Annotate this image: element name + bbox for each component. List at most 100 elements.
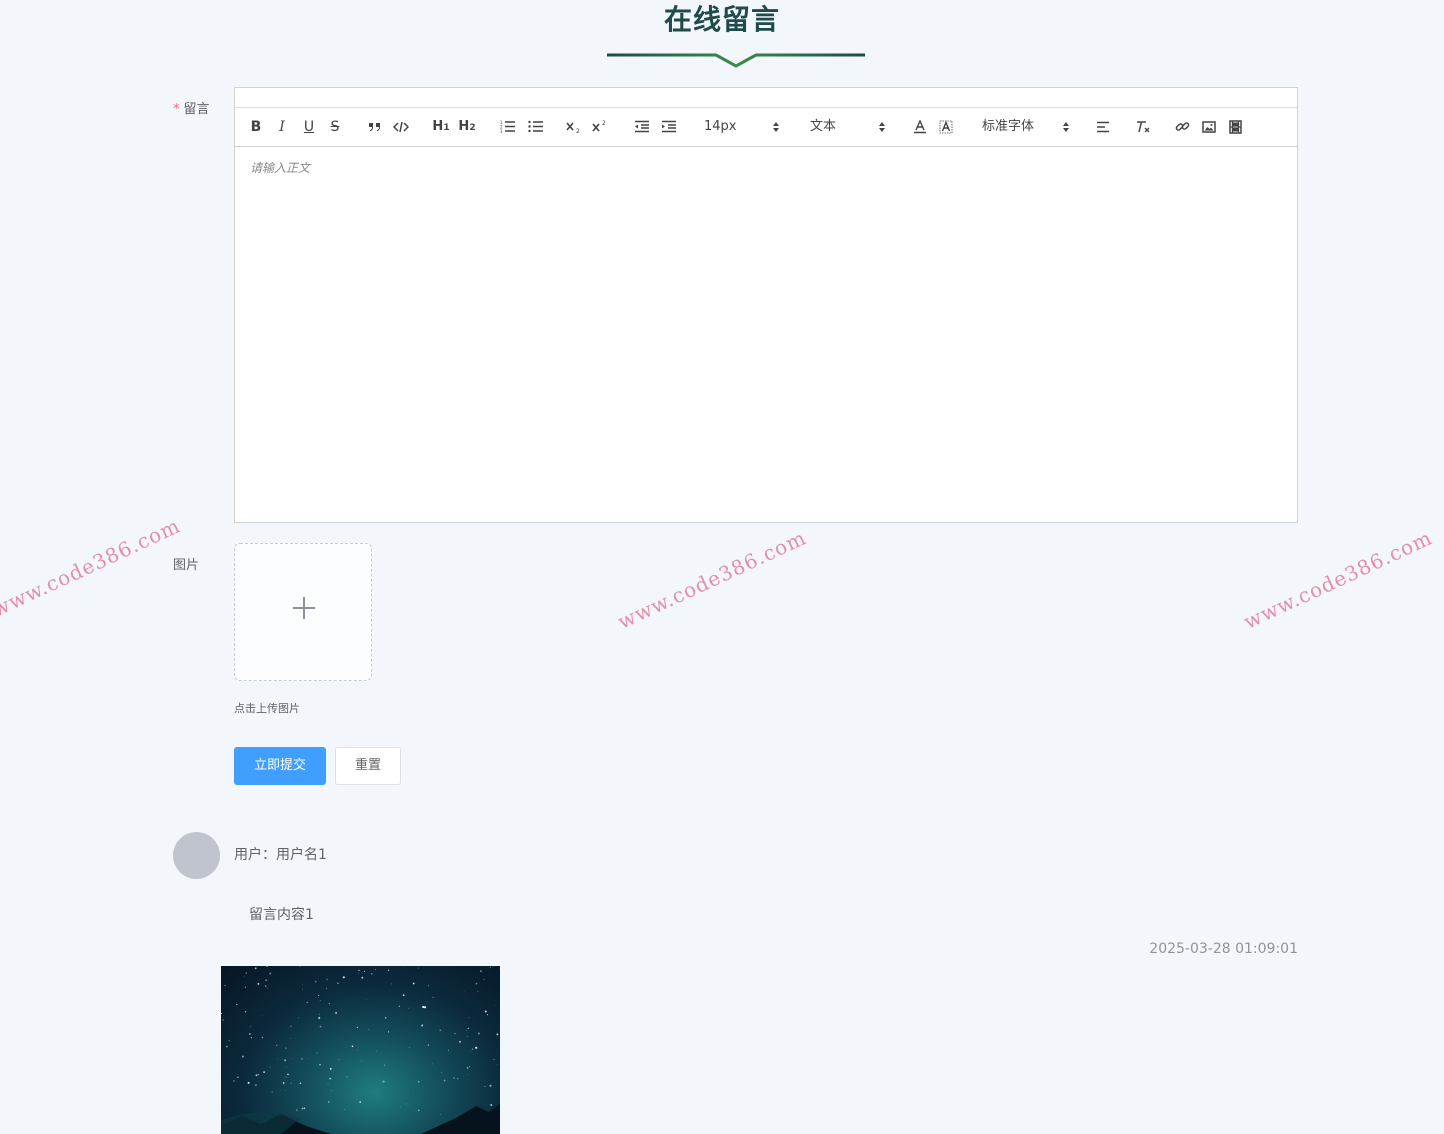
h1-icon[interactable]: H1 [431, 108, 451, 146]
image-upload-box[interactable] [234, 543, 372, 681]
star [454, 1033, 456, 1035]
comment-image[interactable] [221, 966, 500, 1134]
star [358, 969, 360, 972]
star [368, 1028, 369, 1030]
star [406, 1103, 407, 1105]
editor-top-strip [235, 88, 1297, 108]
ordered-list-icon[interactable]: 123 [499, 108, 515, 146]
star [483, 978, 485, 980]
select-arrows-icon [879, 122, 885, 132]
rich-text-editor: B I U S H1 H2 123 2 2 14px 文本 标准字体 请输入正文 [234, 87, 1298, 523]
star [282, 1082, 285, 1084]
star [351, 1045, 354, 1048]
star [361, 976, 364, 979]
indent-icon[interactable] [660, 108, 676, 146]
underline-icon[interactable]: U [302, 108, 316, 146]
strike-icon[interactable]: S [328, 108, 342, 146]
star [493, 1058, 495, 1060]
plus-icon-vertical [303, 597, 305, 619]
editor-content-area[interactable]: 请输入正文 [235, 147, 1297, 521]
star [327, 1084, 329, 1085]
subscript-icon[interactable]: 2 [566, 108, 582, 146]
star [316, 1052, 318, 1054]
star [284, 1090, 286, 1091]
video-icon[interactable] [1227, 108, 1243, 146]
star [375, 1050, 377, 1052]
star [319, 1063, 321, 1066]
star [302, 984, 304, 985]
star [276, 1044, 278, 1046]
star [495, 1005, 496, 1006]
star [363, 970, 366, 972]
star [468, 1017, 470, 1019]
star [318, 1016, 321, 1020]
header-select[interactable]: 文本 [810, 108, 886, 146]
star [346, 1076, 348, 1078]
font-size-select[interactable]: 14px [704, 108, 780, 146]
star [225, 1045, 228, 1048]
star [479, 970, 482, 973]
link-icon[interactable] [1174, 108, 1190, 146]
star [467, 1036, 469, 1038]
reset-button[interactable]: 重置 [335, 747, 401, 785]
star [327, 1101, 330, 1103]
star [326, 978, 328, 981]
star [496, 1064, 498, 1066]
star [289, 1038, 291, 1039]
star [330, 1090, 332, 1091]
background-color-icon[interactable] [939, 108, 953, 146]
star [290, 1082, 292, 1084]
bullet-list-icon[interactable] [527, 108, 543, 146]
star [466, 1074, 468, 1075]
italic-icon[interactable]: I [275, 108, 289, 146]
blockquote-icon[interactable] [367, 108, 383, 146]
star [387, 969, 390, 971]
star [391, 983, 392, 985]
star [271, 1091, 273, 1093]
star [302, 989, 303, 990]
star [299, 966, 301, 967]
star [318, 994, 320, 996]
bold-icon[interactable]: B [249, 108, 263, 146]
star [477, 1032, 480, 1035]
font-family-select[interactable]: 标准字体 [982, 108, 1070, 146]
star [285, 1047, 287, 1049]
h2-icon[interactable]: H2 [457, 108, 477, 146]
code-block-icon[interactable] [392, 108, 410, 146]
star [453, 1077, 455, 1079]
star [287, 1073, 289, 1076]
star [409, 1047, 411, 1048]
star [432, 1063, 434, 1065]
star [257, 982, 260, 985]
star [264, 985, 267, 987]
star [360, 1060, 362, 1062]
star [432, 996, 434, 998]
svg-text:3: 3 [500, 129, 503, 133]
star [257, 1073, 260, 1076]
star [356, 1026, 359, 1029]
star [490, 1104, 493, 1106]
outdent-icon[interactable] [633, 108, 649, 146]
star [496, 1033, 499, 1036]
star [412, 982, 415, 985]
star [261, 1015, 263, 1016]
star [371, 973, 373, 975]
clear-format-icon[interactable] [1134, 108, 1152, 146]
image-icon[interactable] [1201, 108, 1217, 146]
star [366, 999, 367, 1000]
star [344, 1109, 346, 1110]
star [249, 1026, 251, 1028]
star [328, 1002, 330, 1004]
star [383, 1064, 386, 1066]
align-icon[interactable] [1095, 108, 1111, 146]
star [427, 1044, 429, 1046]
star [265, 979, 267, 981]
superscript-icon[interactable]: 2 [592, 108, 608, 146]
star [440, 1114, 441, 1115]
star [236, 1003, 238, 1006]
star [424, 1006, 427, 1009]
submit-button[interactable]: 立即提交 [234, 747, 326, 785]
starry-night-image [221, 966, 500, 1134]
star [224, 985, 226, 986]
font-color-icon[interactable] [913, 108, 927, 146]
